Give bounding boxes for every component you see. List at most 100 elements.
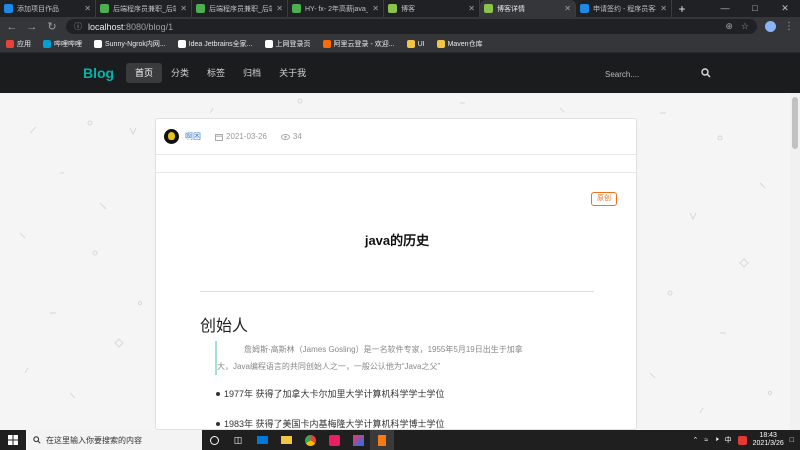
page-scrollbar[interactable] <box>790 93 800 430</box>
tab-favicon-icon <box>292 4 301 13</box>
bookmark-item[interactable]: 哔哩哔哩 <box>43 39 82 49</box>
nav-item[interactable]: 分类 <box>162 63 198 83</box>
browser-tab[interactable]: 博客详情 ✕ <box>480 0 576 17</box>
bookmark-icon <box>406 40 415 48</box>
start-button[interactable] <box>0 430 26 450</box>
bookmark-icon <box>94 40 102 48</box>
close-tab-icon[interactable]: ✕ <box>468 4 475 13</box>
browser-tab[interactable]: 后端程序员兼职_后端 ✕ <box>96 0 192 17</box>
quote-line-1: 詹姆斯·高斯林（James Gosling）是一名软件专家，1955年5月19日… <box>244 345 523 354</box>
nav-item[interactable]: 归档 <box>234 63 270 83</box>
ime-indicator[interactable]: 中 <box>725 435 732 445</box>
bookmark-item[interactable]: Maven仓库 <box>436 39 483 49</box>
tray-arrow-icon[interactable]: ⌃ <box>692 436 698 444</box>
intellij-icon[interactable] <box>346 430 370 450</box>
site-search[interactable]: Search.... <box>605 66 715 82</box>
section-heading: 创始人 <box>200 316 249 335</box>
bookmark-icon <box>436 40 445 48</box>
bookmark-label: Idea Jetbrains全家... <box>188 41 253 48</box>
tab-favicon-icon <box>100 4 109 13</box>
tab-title: 博客详情 <box>497 5 525 13</box>
zoom-icon[interactable]: ⊕ <box>725 21 733 32</box>
address-bar-row: ← → ↻ ⓘ localhost:8080/blog/1 ⊕ ☆ ⋮ <box>0 17 800 36</box>
cortana-icon[interactable] <box>202 430 226 450</box>
bookmark-item[interactable]: Idea Jetbrains全家... <box>177 39 253 49</box>
taskbar-search[interactable]: 在这里输入你要搜索的内容 <box>26 430 202 450</box>
browser-tab[interactable]: 后端程序员兼职_后端 ✕ <box>192 0 288 17</box>
nav-item[interactable]: 标签 <box>198 63 234 83</box>
maximize-icon[interactable]: □ <box>740 0 770 17</box>
close-tab-icon[interactable]: ✕ <box>276 4 283 13</box>
app-icon[interactable] <box>322 430 346 450</box>
bookmark-item[interactable]: 应用 <box>6 39 31 49</box>
search-icon[interactable] <box>701 68 711 78</box>
info-icon[interactable]: ⓘ <box>74 21 82 32</box>
tab-favicon-icon <box>580 4 589 13</box>
back-icon[interactable]: ← <box>6 21 18 33</box>
volume-icon[interactable]: 🕨 <box>714 436 718 444</box>
tab-title: 后端程序员兼职_后端 <box>209 5 273 13</box>
url-text: localhost:8080/blog/1 <box>88 22 173 32</box>
tab-list: 添加项目作品 ✕ 后端程序员兼职_后端 ✕ 后端程序员兼职_后端 ✕ HY- fx- 2年高… <box>0 0 672 17</box>
browser-tab[interactable]: 申请签约 - 程序员客栈 ✕ <box>576 0 672 17</box>
task-view-icon[interactable]: ◫ <box>226 430 250 450</box>
clock[interactable]: 18:43 2021/3/26 <box>753 432 784 448</box>
bookmark-item[interactable]: 阿里云登录 - 欢迎... <box>322 39 395 49</box>
url-bar[interactable]: ⓘ localhost:8080/blog/1 ⊕ ☆ <box>66 19 757 34</box>
browser-tab-strip: 添加项目作品 ✕ 后端程序员兼职_后端 ✕ 后端程序员兼职_后端 ✕ HY- fx- 2年高… <box>0 0 800 17</box>
tab-title: 后端程序员兼职_后端 <box>113 5 177 13</box>
bookmark-icon <box>6 40 14 48</box>
tab-favicon-icon <box>196 4 205 13</box>
sogou-icon[interactable] <box>737 435 747 445</box>
reload-icon[interactable]: ↻ <box>46 20 58 33</box>
profile-avatar[interactable] <box>765 21 776 32</box>
title-divider <box>200 291 594 292</box>
mail-icon[interactable] <box>250 430 274 450</box>
bookmark-label: 应用 <box>17 41 31 48</box>
post-views-count: 34 <box>292 132 302 141</box>
browser-tab[interactable]: 添加项目作品 ✕ <box>0 0 96 17</box>
bookmark-icon <box>322 40 331 48</box>
close-tab-icon[interactable]: ✕ <box>564 4 571 13</box>
tab-title: HY- fx- 2年高薪java_互 <box>305 5 368 13</box>
nav-item[interactable]: 首页 <box>126 63 163 83</box>
bookmark-item[interactable]: UI <box>406 40 425 48</box>
close-tab-icon[interactable]: ✕ <box>372 4 379 13</box>
site-navbar: Blog 首页 分类 标签 归档 关于我 Search.... <box>0 53 800 93</box>
wifi-icon[interactable]: ≈ <box>704 437 708 444</box>
taskbar-search-input[interactable]: 在这里输入你要搜索的内容 <box>46 435 142 446</box>
bookmark-label: UI <box>417 40 425 48</box>
close-tab-icon[interactable]: ✕ <box>660 4 667 13</box>
bookmark-item[interactable]: Sunny-Ngrok内网... <box>94 39 166 49</box>
minimize-icon[interactable]: — <box>710 0 740 17</box>
list-item: 1977年 获得了加拿大卡尔加里大学计算机科学学士学位 <box>216 387 445 417</box>
site-logo[interactable]: Blog <box>83 65 114 81</box>
browser-tab[interactable]: 博客 ✕ <box>384 0 480 17</box>
bookmark-item[interactable]: 上网登录页 <box>264 39 311 49</box>
bookmark-star-icon[interactable]: ☆ <box>741 21 749 32</box>
chrome-icon[interactable] <box>298 430 322 450</box>
post-card: 啊困 2021-03-26 34 原创 java的历史 创始人 詹姆斯·高斯林（… <box>155 118 637 430</box>
author-name[interactable]: 啊困 <box>185 131 201 142</box>
file-explorer-icon[interactable] <box>274 430 298 450</box>
tab-title: 申请签约 - 程序员客栈 <box>593 5 657 13</box>
nav-item[interactable]: 关于我 <box>270 63 315 83</box>
bookmark-label: 哔哩哔哩 <box>54 41 82 48</box>
window-controls: — □ ✕ <box>710 0 800 17</box>
close-tab-icon[interactable]: ✕ <box>180 4 187 13</box>
scrollbar-thumb[interactable] <box>792 97 798 149</box>
close-window-icon[interactable]: ✕ <box>770 0 800 17</box>
browser-tab[interactable]: HY- fx- 2年高薪java_互 ✕ <box>288 0 384 17</box>
post-meta: 啊困 2021-03-26 34 <box>156 119 636 155</box>
forward-icon[interactable]: → <box>26 21 38 33</box>
post-subbar <box>156 155 636 173</box>
browser-menu-icon[interactable]: ⋮ <box>784 21 794 32</box>
tab-favicon-icon <box>4 4 13 13</box>
list-item: 1983年 获得了美国卡内基梅隆大学计算机科学博士学位 <box>216 417 445 429</box>
app-icon[interactable] <box>370 430 394 450</box>
new-tab-button[interactable]: + <box>672 0 692 17</box>
search-input[interactable]: Search.... <box>605 70 639 79</box>
notification-icon[interactable]: □ <box>790 437 794 444</box>
author-avatar[interactable] <box>164 129 179 144</box>
close-tab-icon[interactable]: ✕ <box>84 4 91 13</box>
